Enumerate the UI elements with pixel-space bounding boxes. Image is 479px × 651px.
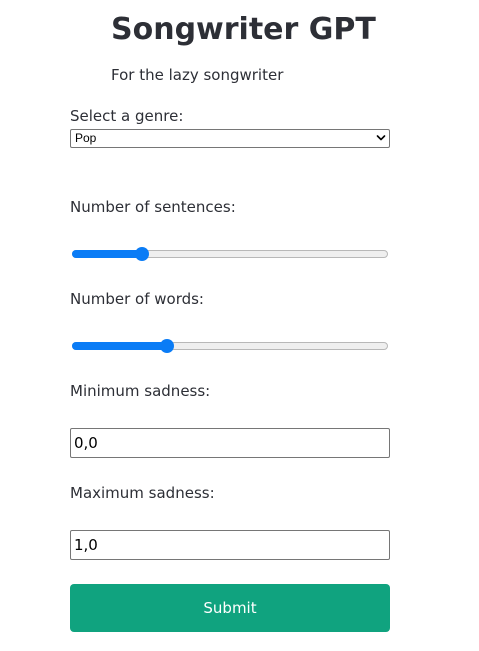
- max-sadness-input[interactable]: 1,0: [70, 530, 390, 560]
- words-label: Number of words:: [70, 290, 204, 308]
- genre-label: Select a genre:: [70, 107, 184, 125]
- words-slider[interactable]: [72, 339, 388, 353]
- sentences-label: Number of sentences:: [70, 198, 236, 216]
- sentences-slider[interactable]: [72, 247, 388, 261]
- chevron-down-icon: [376, 135, 386, 141]
- min-sadness-input[interactable]: 0,0: [70, 428, 390, 458]
- words-slider-thumb[interactable]: [159, 339, 174, 353]
- words-slider-fill: [72, 342, 167, 350]
- submit-button[interactable]: Submit: [70, 584, 390, 632]
- genre-select-value: Pop: [75, 131, 97, 145]
- min-sadness-label: Minimum sadness:: [70, 382, 211, 400]
- max-sadness-label: Maximum sadness:: [70, 484, 215, 502]
- page-title: Songwriter GPT: [111, 12, 376, 47]
- sentences-slider-thumb[interactable]: [134, 247, 149, 261]
- min-sadness-value: 0,0: [74, 434, 98, 452]
- sentences-slider-fill: [72, 250, 142, 258]
- page-subtitle: For the lazy songwriter: [111, 66, 284, 84]
- max-sadness-value: 1,0: [74, 536, 98, 554]
- genre-select[interactable]: Pop: [70, 129, 390, 148]
